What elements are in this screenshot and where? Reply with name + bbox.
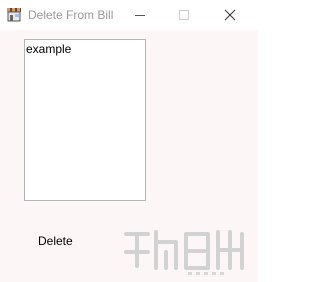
delete-button[interactable]: Delete (30, 231, 80, 251)
client-area: example Delete (0, 30, 258, 282)
delete-from-bill-window: Delete From Bill example Delete (0, 0, 258, 282)
bill-items-listbox[interactable]: example (24, 39, 146, 201)
list-item[interactable]: example (26, 42, 71, 56)
store-icon (6, 7, 22, 23)
title-bar[interactable]: Delete From Bill (0, 0, 258, 30)
close-icon[interactable] (208, 0, 252, 30)
maximize-icon[interactable] (162, 0, 206, 30)
watermark-logo (118, 222, 254, 278)
window-title: Delete From Bill (28, 8, 114, 22)
minimize-icon[interactable] (118, 0, 162, 30)
